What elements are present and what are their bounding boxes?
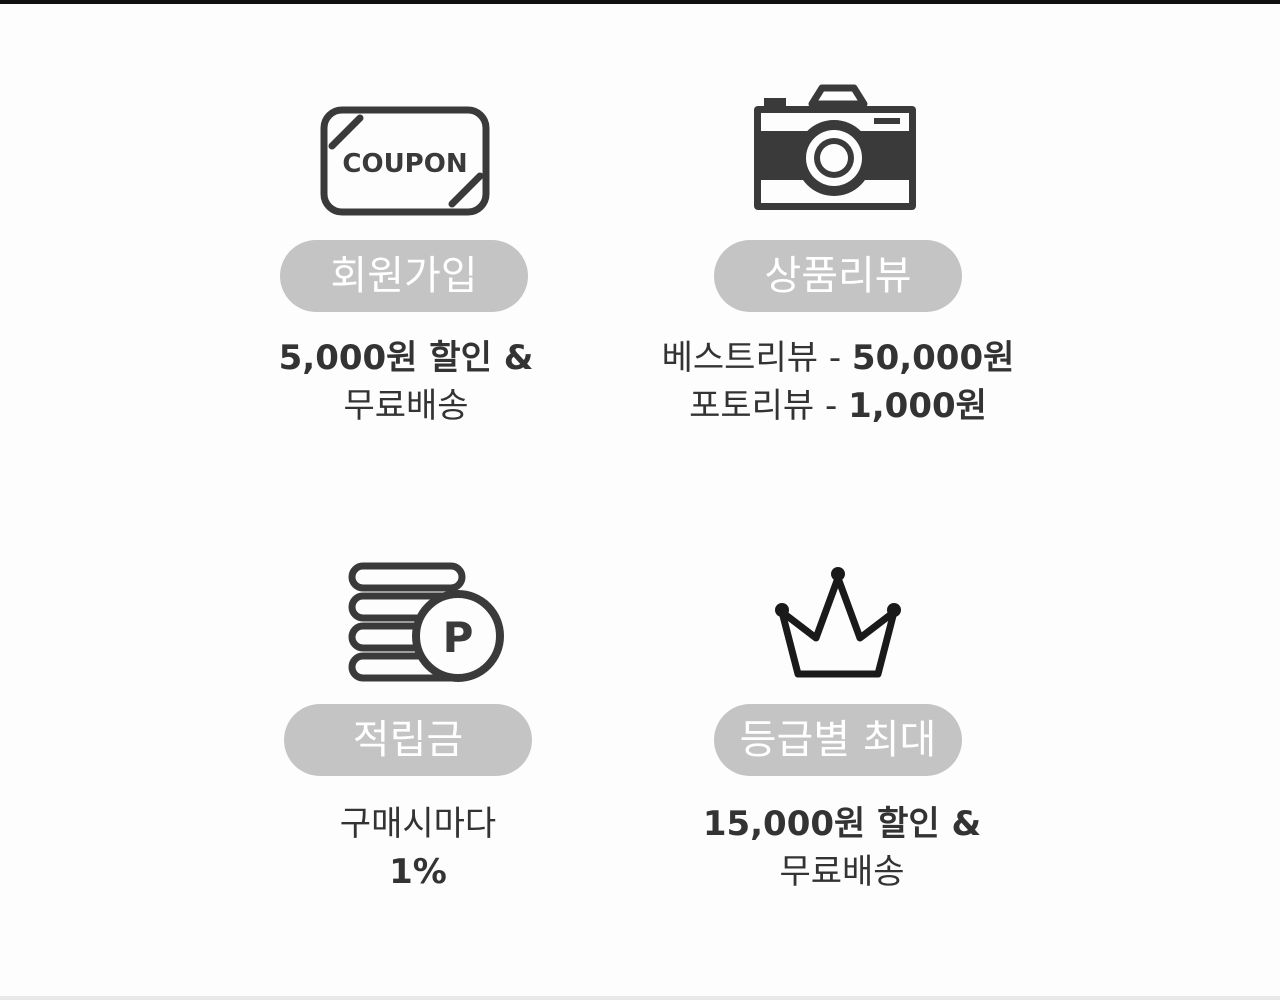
benefit-points: P 적립금 구매시마다 1% bbox=[190, 556, 630, 906]
coins-point-icon: P bbox=[348, 562, 504, 682]
bottom-border bbox=[0, 996, 1280, 1000]
benefit-grade: 등급별 최대 15,000원 할인 & 무료배송 bbox=[618, 556, 1058, 906]
benefit-description: 베스트리뷰 - 50,000원 포토리뷰 - 1,000원 bbox=[618, 334, 1058, 430]
benefit-description: 구매시마다 1% bbox=[198, 800, 638, 896]
camera-icon bbox=[754, 84, 916, 210]
benefit-desc-line1: 베스트리뷰 - 50,000원 bbox=[618, 334, 1058, 382]
crown-icon bbox=[775, 567, 901, 678]
benefit-review: 상품리뷰 베스트리뷰 - 50,000원 포토리뷰 - 1,000원 bbox=[618, 80, 1058, 440]
benefit-desc-line1: 15,000원 할인 & bbox=[702, 804, 982, 844]
benefit-title: 상품리뷰 bbox=[764, 253, 912, 299]
benefit-desc-line2: 1% bbox=[389, 852, 447, 892]
best-review-label: 베스트리뷰 - bbox=[661, 338, 852, 378]
benefit-title-pill: 회원가입 bbox=[280, 240, 528, 312]
benefit-desc-line2: 무료배송 bbox=[779, 852, 905, 892]
benefit-title: 회원가입 bbox=[330, 253, 478, 299]
best-review-value: 50,000원 bbox=[851, 338, 1015, 378]
top-border bbox=[0, 0, 1280, 4]
coupon-icon: COUPON bbox=[320, 106, 490, 216]
benefit-desc-line1: 5,000원 할인 & bbox=[278, 338, 534, 378]
benefit-title-pill: 등급별 최대 bbox=[714, 704, 962, 776]
benefit-title: 적립금 bbox=[352, 717, 464, 763]
benefit-description: 15,000원 할인 & 무료배송 bbox=[622, 800, 1062, 896]
benefit-title-pill: 상품리뷰 bbox=[714, 240, 962, 312]
benefit-description: 5,000원 할인 & 무료배송 bbox=[186, 334, 626, 430]
benefit-desc-line2: 무료배송 bbox=[343, 386, 469, 426]
benefit-title-pill: 적립금 bbox=[284, 704, 532, 776]
coupon-icon-text: COUPON bbox=[342, 149, 467, 179]
photo-review-label: 포토리뷰 - bbox=[689, 386, 849, 426]
benefit-desc-line1: 구매시마다 bbox=[339, 804, 497, 844]
photo-review-value: 1,000원 bbox=[848, 386, 987, 426]
benefit-title: 등급별 최대 bbox=[739, 717, 937, 763]
benefit-desc-line2: 포토리뷰 - 1,000원 bbox=[618, 382, 1058, 430]
benefit-signup: COUPON 회원가입 5,000원 할인 & 무료배송 bbox=[186, 100, 626, 440]
point-icon-text: P bbox=[443, 613, 474, 662]
